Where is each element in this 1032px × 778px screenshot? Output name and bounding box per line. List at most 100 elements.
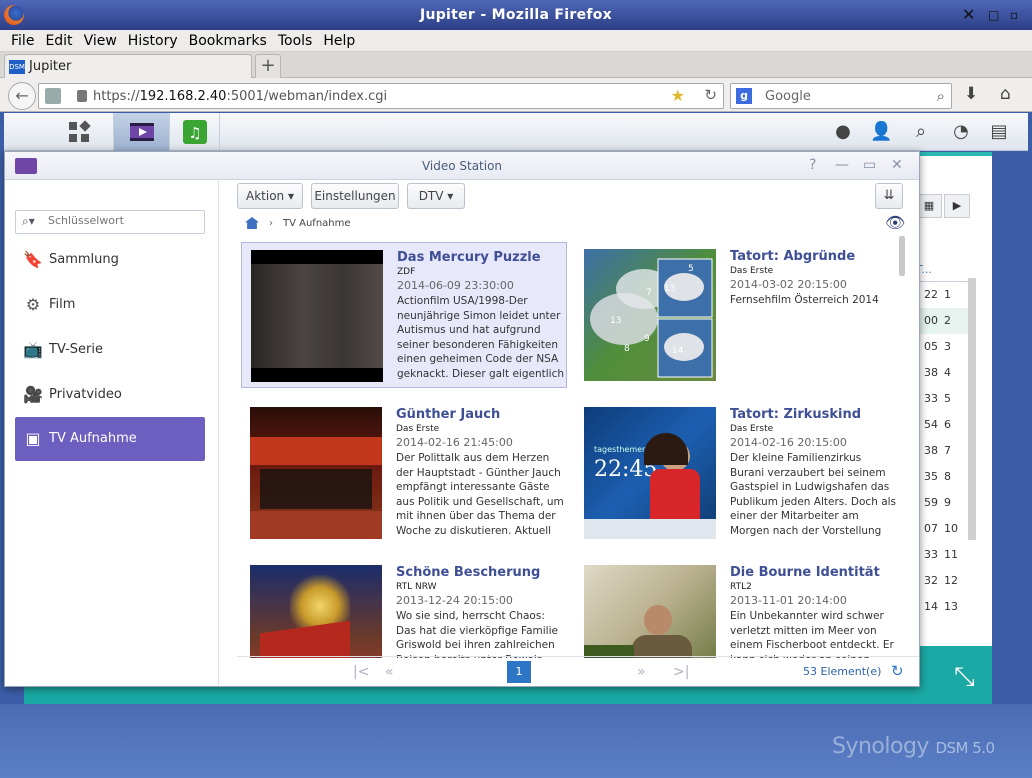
background-cell: 13 xyxy=(944,600,958,613)
window-titlebar[interactable]: Video Station ? — ▭ ✕ xyxy=(5,152,919,180)
menu-help[interactable]: Help xyxy=(312,30,355,52)
audio-station-taskbar-button[interactable]: ♫ xyxy=(170,113,220,151)
sidebar-item-tv-serie[interactable]: 📺 TV-Serie xyxy=(15,328,205,372)
last-page-icon[interactable]: >| xyxy=(673,664,689,680)
close-icon[interactable]: ✕ xyxy=(891,157,903,173)
recording-card[interactable]: Die Bourne Identität RTL2 2013-11-01 20:… xyxy=(575,558,901,658)
magnifier-icon[interactable]: ⌕ xyxy=(937,87,945,105)
restore-window-icon[interactable]: □ xyxy=(988,0,1000,30)
search-icon[interactable]: ⌕ xyxy=(910,121,932,143)
back-button[interactable]: ← xyxy=(8,82,36,110)
menu-edit[interactable]: Edit xyxy=(34,30,72,52)
keyword-input[interactable] xyxy=(48,214,198,227)
recording-title[interactable]: Tatort: Zirkuskind xyxy=(730,406,898,423)
maximize-icon[interactable]: ▭ xyxy=(863,157,876,173)
first-page-icon[interactable]: |< xyxy=(353,664,369,680)
download-icon[interactable]: ⬇ xyxy=(964,84,978,104)
home-icon[interactable]: ⌂ xyxy=(1000,84,1011,104)
sidebar-item-privatvideo[interactable]: 🎥 Privatvideo xyxy=(15,373,205,417)
play-icon[interactable]: ▶ xyxy=(944,194,970,218)
lock-icon xyxy=(77,90,87,102)
background-list-row[interactable]: 32 12 xyxy=(916,568,976,594)
recording-title[interactable]: Tatort: Abgründe xyxy=(730,248,898,265)
recording-card[interactable]: Günther Jauch Das Erste 2014-02-16 21:45… xyxy=(241,400,567,546)
background-scrollbar[interactable] xyxy=(968,278,976,540)
main-content: Aktion ▾ Einstellungen DTV ▾ ⇊ › TV Aufna… xyxy=(221,180,919,686)
recording-card[interactable]: tagesthemen 22:45 Tatort: Zirkuskind Das… xyxy=(575,400,901,546)
background-list-row[interactable]: 38 7 xyxy=(916,438,976,464)
url-text[interactable]: https://192.168.2.40:5001/webman/index.c… xyxy=(93,89,387,104)
background-list-row[interactable]: 59 9 xyxy=(916,490,976,516)
site-identity-icon[interactable] xyxy=(45,88,61,104)
search-icon[interactable]: ⌕▾ xyxy=(22,214,35,229)
background-list-row[interactable]: 00 2 xyxy=(916,308,976,334)
menu-view[interactable]: View xyxy=(73,30,117,52)
bookmark-star-icon[interactable]: ★ xyxy=(671,86,685,105)
dtv-button[interactable]: DTV ▾ xyxy=(407,183,465,209)
recording-title[interactable]: Schöne Bescherung xyxy=(396,564,564,581)
recording-card[interactable]: 13 9 8 7 5 13 14 Tatort: Abgründe Das Er… xyxy=(575,242,901,388)
home-icon[interactable] xyxy=(245,217,259,229)
background-list-row[interactable]: 07 10 xyxy=(916,516,976,542)
current-page[interactable]: 1 xyxy=(507,661,531,683)
close-window-icon[interactable]: ✕ xyxy=(962,0,976,30)
notification-chat-icon[interactable]: ● xyxy=(832,121,854,143)
background-list-row[interactable]: 33 5 xyxy=(916,386,976,412)
background-list-row[interactable]: 54 6 xyxy=(916,412,976,438)
background-list-row[interactable]: 33 11 xyxy=(916,542,976,568)
background-cell: 9 xyxy=(944,496,951,509)
background-list-row[interactable]: 14 13 xyxy=(916,594,976,620)
sidebar-item-film[interactable]: ⚙ Film xyxy=(15,283,205,327)
sort-button[interactable]: ⇊ xyxy=(875,183,903,209)
sidebar-item-tv-aufnahme[interactable]: ▣ TV Aufnahme xyxy=(15,417,205,461)
recording-title[interactable]: Das Mercury Puzzle xyxy=(397,249,565,266)
browser-tab[interactable]: DSM Jupiter xyxy=(4,54,252,78)
dsm-taskbar: ♫ ● 👤 ⌕ ◔ ▤ xyxy=(4,113,1028,151)
svg-text:14: 14 xyxy=(672,346,684,356)
google-icon[interactable]: g xyxy=(736,88,752,104)
list-scrollbar[interactable] xyxy=(899,236,905,276)
background-cell: 4 xyxy=(944,366,951,379)
main-menu-button[interactable] xyxy=(44,113,114,151)
help-icon[interactable]: ? xyxy=(809,157,816,173)
recording-card[interactable]: Schöne Bescherung RTL NRW 2013-12-24 20:… xyxy=(241,558,567,658)
recording-title[interactable]: Günther Jauch xyxy=(396,406,564,423)
menu-bookmarks[interactable]: Bookmarks xyxy=(178,30,267,52)
menu-history[interactable]: History xyxy=(117,30,178,52)
svg-text:7: 7 xyxy=(646,288,652,298)
settings-button[interactable]: Einstellungen xyxy=(311,183,399,209)
next-page-icon[interactable]: » xyxy=(637,664,646,680)
sidebar-item-label: Film xyxy=(49,297,76,312)
previous-page-icon[interactable]: « xyxy=(385,664,394,680)
menu-tools[interactable]: Tools xyxy=(267,30,313,52)
reload-icon[interactable]: ↻ xyxy=(704,86,717,104)
video-station-taskbar-button[interactable] xyxy=(114,113,170,151)
background-list-row[interactable]: 35 8 xyxy=(916,464,976,490)
user-icon[interactable]: 👤 xyxy=(870,121,892,143)
widgets-icon[interactable]: ▤ xyxy=(988,121,1010,143)
rec-tv-icon: ▣ xyxy=(25,429,41,448)
svg-text:9: 9 xyxy=(644,334,650,344)
background-list-row[interactable]: 22 1 xyxy=(916,282,976,308)
search-box[interactable]: g Google ⌕ xyxy=(730,83,952,109)
eye-icon[interactable]: 👁 xyxy=(885,213,905,232)
recording-card[interactable]: Das Mercury Puzzle ZDF 2014-06-09 23:30:… xyxy=(241,242,567,388)
sidebar-item-sammlung[interactable]: 🔖 Sammlung xyxy=(15,238,205,282)
film-reel-icon: ⚙ xyxy=(25,295,41,314)
background-list-row[interactable]: 38 4 xyxy=(916,360,976,386)
action-button[interactable]: Aktion ▾ xyxy=(237,183,303,209)
svg-text:5: 5 xyxy=(688,264,694,274)
collapse-arrows-icon[interactable]: ⤡ xyxy=(954,662,975,693)
recording-date: 2014-02-16 21:45:00 xyxy=(396,436,513,449)
background-list-row[interactable]: 05 3 xyxy=(916,334,976,360)
refresh-icon[interactable]: ↻ xyxy=(891,662,904,680)
minimize-window-icon[interactable]: ▫ xyxy=(1010,0,1018,30)
recording-title[interactable]: Die Bourne Identität xyxy=(730,564,898,581)
minimize-icon[interactable]: — xyxy=(835,157,849,173)
new-tab-button[interactable]: + xyxy=(255,54,281,78)
resource-monitor-icon[interactable]: ◔ xyxy=(950,121,972,143)
menu-file[interactable]: File xyxy=(0,30,34,52)
background-cell: 2 xyxy=(944,314,951,327)
url-bar[interactable]: https://192.168.2.40:5001/webman/index.c… xyxy=(38,83,724,109)
keyword-search[interactable]: ⌕▾ xyxy=(15,210,205,234)
